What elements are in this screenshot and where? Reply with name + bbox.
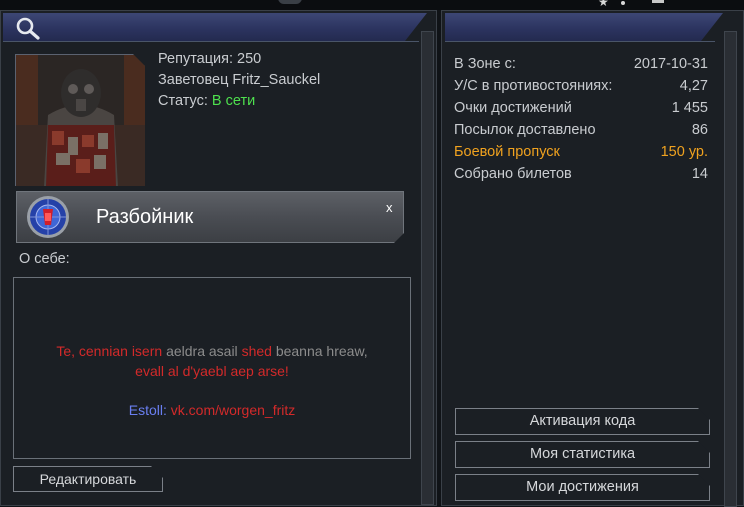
stat-label: Посылок доставлено [454, 122, 596, 138]
star-icon[interactable]: ★ [598, 0, 609, 9]
scrollbar[interactable] [421, 31, 434, 505]
search-icon[interactable] [15, 16, 41, 40]
status-line: Статус: В сети [158, 93, 255, 109]
stat-label: У/С в противостояниях: [454, 78, 613, 94]
stat-value: 1 455 [671, 100, 708, 116]
about-text-fragment: shed [241, 343, 276, 359]
stats-panel: В Зоне с: 2017-10-31 У/С в противостояни… [441, 10, 744, 507]
about-line-2: evall al d'yaebl aep arse! [135, 363, 289, 379]
player-name: Заветовец Fritz_Sauckel [158, 72, 321, 88]
stat-label: В Зоне с: [454, 56, 516, 72]
profile-header-band [3, 13, 427, 41]
about-line-3: Estoll: vk.com/worgen_fritz [14, 402, 410, 418]
stat-value: 2017-10-31 [633, 56, 708, 72]
about-contact-prefix: Estoll: [128, 402, 171, 418]
my-achievements-button[interactable]: Мои достижения [455, 474, 710, 501]
profile-panel: Репутация: 250 Заветовец Fritz_Sauckel С… [0, 10, 437, 506]
status-label: Статус: [158, 93, 212, 109]
stat-value: 14 [691, 166, 708, 182]
minimize-icon[interactable] [652, 0, 664, 3]
top-knob [278, 0, 302, 4]
activate-code-button[interactable]: Активация кода [455, 408, 710, 435]
reputation-text: Репутация: 250 [158, 51, 262, 67]
my-statistics-button[interactable]: Моя статистика [455, 441, 710, 468]
stat-value: 86 [691, 122, 708, 138]
scrollbar[interactable] [724, 31, 737, 507]
about-line-1: Te, cennian isern aeldra asail shed bean… [14, 343, 410, 359]
about-text-fragment: Te, cennian isern [56, 343, 167, 359]
edit-button[interactable]: Редактировать [13, 466, 163, 492]
header-divider [3, 41, 419, 42]
about-contact-link[interactable]: vk.com/worgen_fritz [171, 402, 295, 418]
about-label: О себе: [19, 251, 70, 267]
stats-header-band [445, 13, 723, 41]
header-divider [445, 41, 715, 42]
stat-label: Боевой пропуск [454, 144, 560, 160]
avatar [15, 54, 145, 186]
top-strip: ★ [0, 0, 744, 10]
status-badge: В сети [211, 93, 256, 109]
dot-icon [621, 1, 625, 5]
stat-label: Собрано билетов [454, 166, 572, 182]
stat-value: 4,27 [679, 78, 708, 94]
stat-label: Очки достижений [454, 100, 572, 116]
about-text-fragment: beanna hreaw, [275, 343, 368, 359]
stat-value: 150 ур. [660, 144, 708, 160]
about-text-fragment: aeldra asail [166, 343, 242, 359]
class-name: Разбойник [96, 206, 194, 228]
close-icon[interactable]: x [386, 200, 393, 215]
class-banner: Разбойник x [16, 191, 404, 243]
about-box: Te, cennian isern aeldra asail shed bean… [13, 277, 411, 459]
class-emblem-icon [26, 195, 70, 239]
